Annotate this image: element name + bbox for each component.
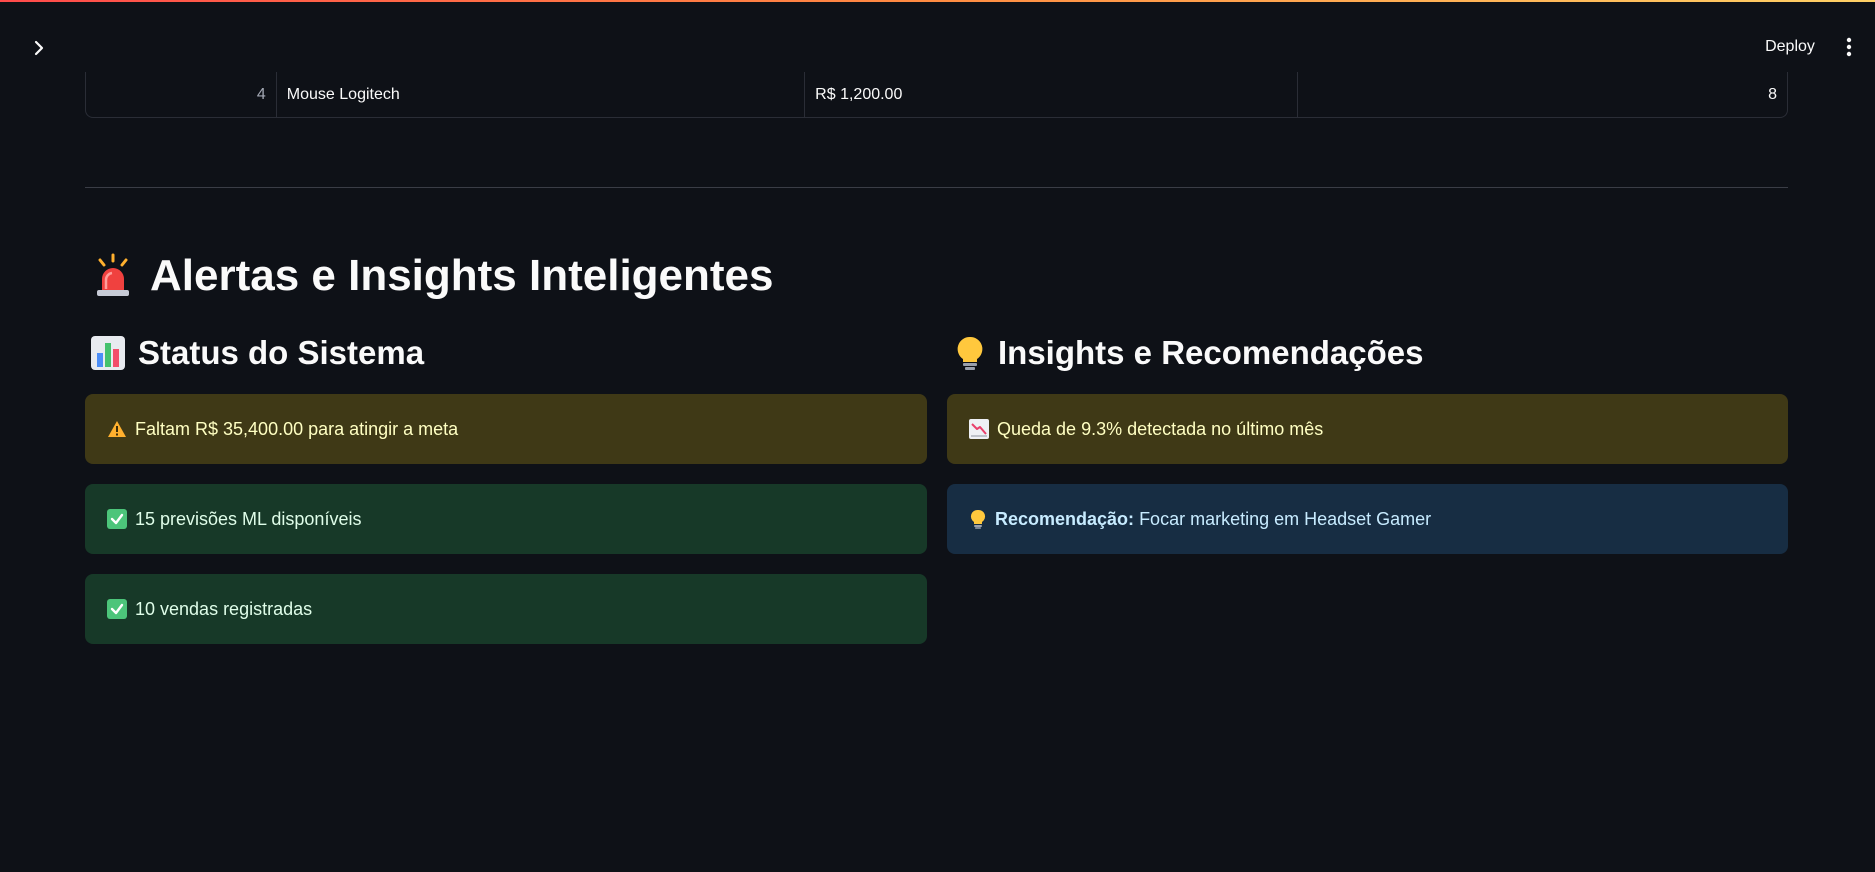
recommendation-label: Recomendação: bbox=[995, 508, 1135, 529]
lightbulb-icon bbox=[969, 509, 987, 529]
recommendation-text: Focar marketing em Headset Gamer bbox=[1139, 508, 1432, 529]
deploy-button[interactable]: Deploy bbox=[1750, 30, 1830, 64]
product-cell[interactable]: Mouse Logitech bbox=[277, 72, 806, 117]
price-cell[interactable]: R$ 1,200.00 bbox=[805, 72, 1298, 117]
bar-chart-icon bbox=[90, 335, 126, 371]
check-icon bbox=[107, 509, 127, 529]
warning-icon bbox=[107, 420, 127, 438]
data-table[interactable]: 4 Mouse Logitech R$ 1,200.00 8 bbox=[85, 72, 1788, 118]
siren-icon bbox=[90, 253, 136, 299]
chevron-right-icon bbox=[34, 40, 44, 56]
insight-alert-info: Recomendação: Focar marketing em Headset… bbox=[947, 484, 1788, 554]
page-title-text: Alertas e Insights Inteligentes bbox=[150, 251, 774, 300]
status-alert-text: Faltam R$ 35,400.00 para atingir a meta bbox=[135, 418, 459, 439]
more-vertical-icon bbox=[1846, 37, 1852, 57]
insights-section-title-text: Insights e Recomendações bbox=[998, 334, 1424, 371]
insight-alert-content: Recomendação: Focar marketing em Headset… bbox=[995, 509, 1431, 530]
app-header: Deploy bbox=[0, 2, 1875, 72]
chart-decreasing-icon bbox=[969, 419, 989, 439]
insight-alert-text: Queda de 9.3% detectada no último mês bbox=[997, 418, 1324, 439]
sidebar-toggle-button[interactable] bbox=[22, 32, 56, 64]
quantity-cell[interactable]: 8 bbox=[1298, 72, 1787, 117]
status-section-title-text: Status do Sistema bbox=[138, 334, 425, 371]
row-index-cell[interactable]: 4 bbox=[86, 72, 277, 117]
insights-section-title: Insights e Recomendações bbox=[954, 331, 1423, 375]
section-divider bbox=[85, 187, 1788, 188]
status-alert-success: 10 vendas registradas bbox=[85, 574, 927, 644]
status-alert-warning: Faltam R$ 35,400.00 para atingir a meta bbox=[85, 394, 927, 464]
status-section-title: Status do Sistema bbox=[90, 331, 424, 375]
status-alert-success: 15 previsões ML disponíveis bbox=[85, 484, 927, 554]
status-alert-text: 15 previsões ML disponíveis bbox=[135, 508, 362, 529]
lightbulb-icon bbox=[954, 335, 986, 371]
check-icon bbox=[107, 599, 127, 619]
status-alert-text: 10 vendas registradas bbox=[135, 598, 313, 619]
page-title: Alertas e Insights Inteligentes bbox=[90, 248, 774, 304]
main-menu-button[interactable] bbox=[1834, 30, 1864, 64]
insight-alert-warning: Queda de 9.3% detectada no último mês bbox=[947, 394, 1788, 464]
